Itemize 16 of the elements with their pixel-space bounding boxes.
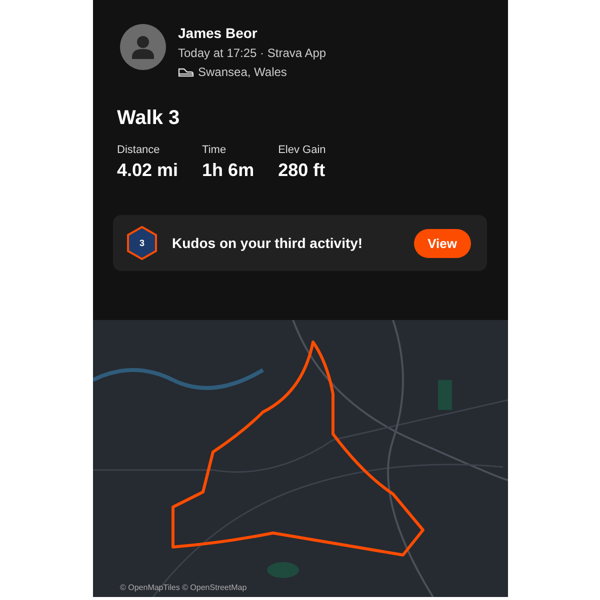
achievement-badge: 3 — [126, 226, 158, 260]
activity-title: Walk 3 — [116, 106, 181, 130]
map-attribution: © OpenMapTiles © OpenStreetMap — [120, 583, 247, 592]
shoe-icon — [178, 67, 194, 77]
stat-label: Distance — [117, 144, 161, 156]
location: Swansea, Wales — [198, 65, 287, 79]
kudos-message: Kudos on your third activity! — [172, 235, 364, 251]
stat-label: Elev Gain — [278, 144, 326, 156]
avatar-icon — [120, 24, 166, 70]
athlete-name: James Beor — [178, 25, 258, 41]
stat-label: Time — [202, 144, 228, 156]
stat-value: 280 ft — [278, 160, 326, 181]
stat-value: 1h 6m — [202, 160, 254, 181]
activity-meta: Today at 17:25 · Strava App — [178, 46, 326, 60]
stat-value: 4.02 mi — [117, 160, 178, 181]
view-button[interactable]: View — [414, 228, 471, 258]
